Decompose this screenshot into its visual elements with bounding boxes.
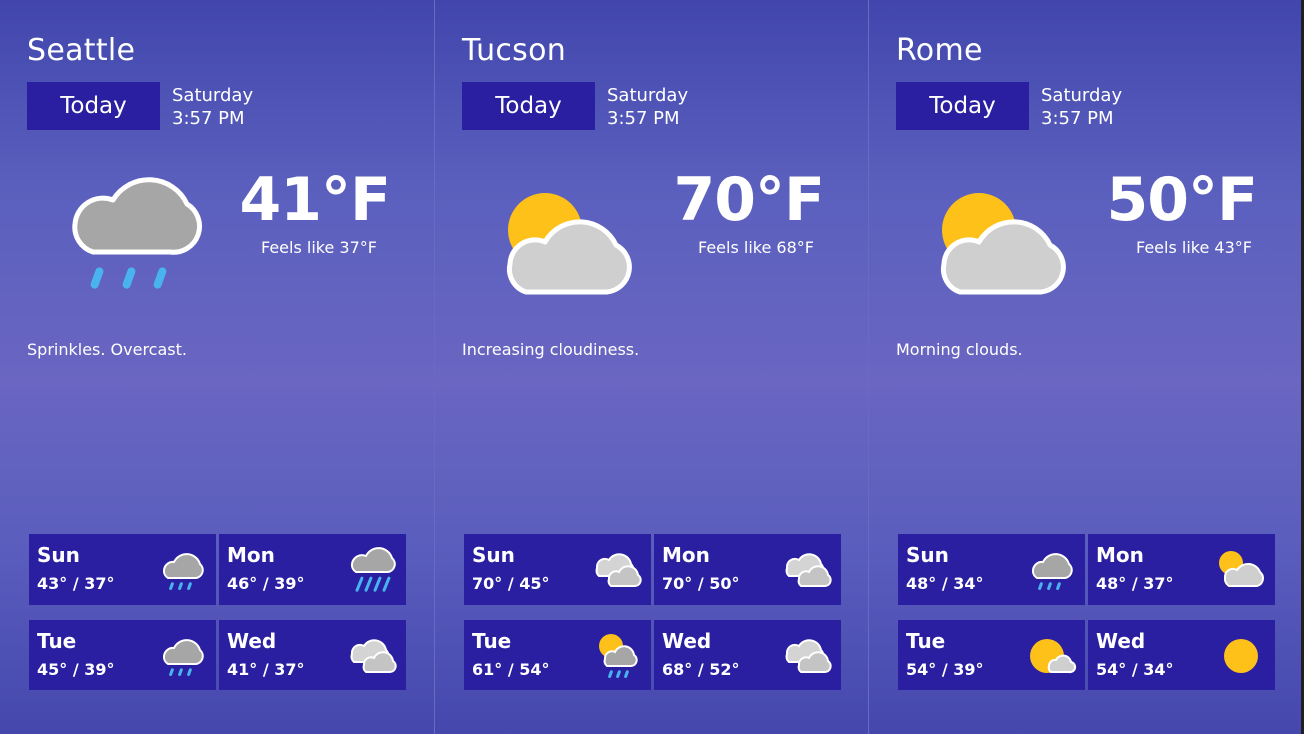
forecast-day-sun[interactable]: Sun 70° / 45° bbox=[464, 534, 651, 605]
forecast-day-tue[interactable]: Tue 45° / 39° bbox=[29, 620, 216, 690]
sprinkle-cloud-icon bbox=[156, 544, 208, 596]
forecast-day-mon[interactable]: Mon 70° / 50° bbox=[654, 534, 841, 605]
weather-summary: Sprinkles. Overcast. bbox=[27, 340, 187, 359]
city-name: Rome bbox=[896, 33, 983, 68]
current-time: 3:57 PM bbox=[1041, 108, 1114, 129]
partly-cloudy-icon bbox=[1215, 544, 1267, 596]
forecast-day-wed[interactable]: Wed 68° / 52° bbox=[654, 620, 841, 690]
forecast-day-name: Wed bbox=[662, 629, 712, 653]
forecast-day-name: Sun bbox=[37, 543, 80, 567]
forecast-day-name: Wed bbox=[227, 629, 277, 653]
current-time: 3:57 PM bbox=[607, 108, 680, 129]
forecast-temp-range: 68° / 52° bbox=[662, 660, 740, 679]
forecast-temp-range: 48° / 34° bbox=[906, 574, 984, 593]
current-temperature: 41°F bbox=[239, 165, 391, 235]
forecast-day-wed[interactable]: Wed 41° / 37° bbox=[219, 620, 406, 690]
city-name: Seattle bbox=[27, 33, 136, 68]
date-time: Saturday 3:57 PM bbox=[1041, 84, 1122, 130]
forecast-temp-range: 61° / 54° bbox=[472, 660, 550, 679]
forecast-day-mon[interactable]: Mon 48° / 37° bbox=[1088, 534, 1275, 605]
forecast-day-name: Mon bbox=[1096, 543, 1144, 567]
current-time: 3:57 PM bbox=[172, 108, 245, 129]
rain-cloud-icon bbox=[55, 160, 205, 310]
current-day: Saturday bbox=[607, 85, 689, 106]
weather-app: Seattle Today Saturday 3:57 PM 41°F Feel… bbox=[0, 0, 1304, 734]
forecast-day-name: Tue bbox=[906, 629, 946, 653]
date-time: Saturday 3:57 PM bbox=[607, 84, 688, 130]
forecast-day-wed[interactable]: Wed 54° / 34° bbox=[1088, 620, 1275, 690]
partly-cloudy-icon bbox=[924, 160, 1074, 310]
forecast-day-name: Sun bbox=[906, 543, 949, 567]
forecast-temp-range: 45° / 39° bbox=[37, 660, 115, 679]
forecast-temp-range: 46° / 39° bbox=[227, 574, 305, 593]
feels-like: Feels like 68°F bbox=[698, 238, 814, 257]
forecast-temp-range: 54° / 34° bbox=[1096, 660, 1174, 679]
forecast-temp-range: 54° / 39° bbox=[906, 660, 984, 679]
forecast-day-mon[interactable]: Mon 46° / 39° bbox=[219, 534, 406, 605]
today-button[interactable]: Today bbox=[27, 82, 160, 130]
forecast-temp-range: 48° / 37° bbox=[1096, 574, 1174, 593]
city-panel-tucson: Tucson Today Saturday 3:57 PM 70°F Feels… bbox=[434, 0, 868, 734]
city-panel-seattle: Seattle Today Saturday 3:57 PM 41°F Feel… bbox=[0, 0, 434, 734]
forecast-day-name: Wed bbox=[1096, 629, 1146, 653]
cloudy-icon bbox=[781, 544, 833, 596]
forecast-day-name: Sun bbox=[472, 543, 515, 567]
forecast-day-sun[interactable]: Sun 43° / 37° bbox=[29, 534, 216, 605]
forecast-day-sun[interactable]: Sun 48° / 34° bbox=[898, 534, 1085, 605]
feels-like: Feels like 37°F bbox=[261, 238, 377, 257]
weather-summary: Morning clouds. bbox=[896, 340, 1023, 359]
current-temperature: 70°F bbox=[673, 165, 825, 235]
cloudy-icon bbox=[346, 630, 398, 682]
current-day: Saturday bbox=[1041, 85, 1123, 106]
feels-like: Feels like 43°F bbox=[1136, 238, 1252, 257]
today-button[interactable]: Today bbox=[896, 82, 1029, 130]
forecast-temp-range: 43° / 37° bbox=[37, 574, 115, 593]
heavy-rain-cloud-icon bbox=[346, 544, 398, 596]
forecast-day-tue[interactable]: Tue 54° / 39° bbox=[898, 620, 1085, 690]
date-time: Saturday 3:57 PM bbox=[172, 84, 253, 130]
forecast-day-name: Tue bbox=[37, 629, 77, 653]
cloudy-icon bbox=[781, 630, 833, 682]
city-name: Tucson bbox=[462, 33, 567, 68]
forecast-temp-range: 70° / 45° bbox=[472, 574, 550, 593]
sun-rain-cloud-icon bbox=[591, 630, 643, 682]
today-button[interactable]: Today bbox=[462, 82, 595, 130]
partly-cloudy-icon bbox=[490, 160, 640, 310]
forecast-grid: Sun 70° / 45° Mon 70° / 50° Tue 61° / 54… bbox=[464, 534, 842, 690]
city-panel-rome: Rome Today Saturday 3:57 PM 50°F Feels l… bbox=[868, 0, 1304, 734]
sprinkle-cloud-icon bbox=[156, 630, 208, 682]
sunny-icon bbox=[1215, 630, 1267, 682]
forecast-day-name: Tue bbox=[472, 629, 512, 653]
current-day: Saturday bbox=[172, 85, 254, 106]
forecast-day-tue[interactable]: Tue 61° / 54° bbox=[464, 620, 651, 690]
sprinkle-cloud-icon bbox=[1025, 544, 1077, 596]
mostly-sunny-icon bbox=[1025, 630, 1077, 682]
forecast-day-name: Mon bbox=[662, 543, 710, 567]
current-temperature: 50°F bbox=[1106, 165, 1258, 235]
forecast-grid: Sun 48° / 34° Mon 48° / 37° Tue 54° / 39… bbox=[898, 534, 1276, 690]
cloudy-icon bbox=[591, 544, 643, 596]
forecast-temp-range: 70° / 50° bbox=[662, 574, 740, 593]
weather-summary: Increasing cloudiness. bbox=[462, 340, 640, 359]
forecast-day-name: Mon bbox=[227, 543, 275, 567]
forecast-grid: Sun 43° / 37° Mon 46° / 39° Tue 45° / 39… bbox=[29, 534, 407, 690]
forecast-temp-range: 41° / 37° bbox=[227, 660, 305, 679]
